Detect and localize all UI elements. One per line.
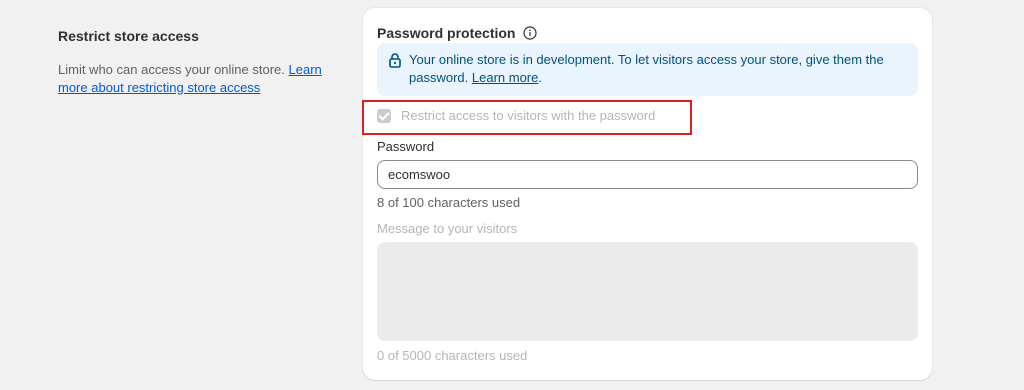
section-description-text: Limit who can access your online store.	[58, 62, 285, 77]
banner-learn-more-link[interactable]: Learn more	[472, 70, 538, 85]
highlight-box	[362, 100, 692, 135]
password-protection-card: Password protection Your online store is…	[363, 8, 932, 380]
message-label: Message to your visitors	[377, 221, 518, 236]
message-char-count: 0 of 5000 characters used	[377, 348, 528, 363]
message-textarea[interactable]	[377, 242, 918, 341]
section-title: Restrict store access	[58, 28, 199, 44]
banner-message: Your online store is in development. To …	[409, 52, 884, 85]
password-input[interactable]	[377, 160, 918, 189]
card-title: Password protection	[377, 25, 516, 41]
section-description: Limit who can access your online store. …	[58, 61, 333, 97]
development-banner: Your online store is in development. To …	[377, 43, 918, 96]
password-label: Password	[377, 139, 435, 154]
lock-icon	[388, 52, 402, 68]
password-char-count: 8 of 100 characters used	[377, 195, 521, 210]
info-icon[interactable]	[523, 26, 538, 40]
card-title-row: Password protection	[377, 25, 538, 41]
